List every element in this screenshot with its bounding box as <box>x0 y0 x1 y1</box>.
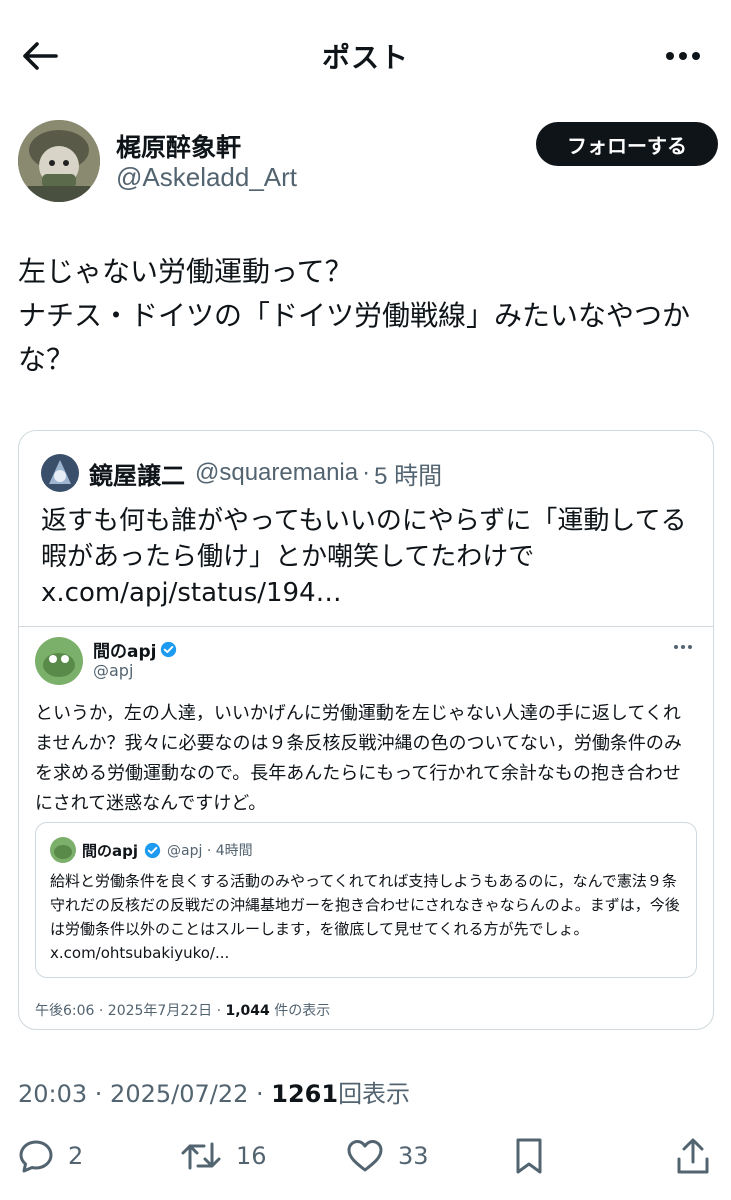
quote-text: 返すも何も誰がやってもいいのにやらずに「運動してる暇があったら働け」とか嘲笑して… <box>41 506 687 608</box>
top-bar: ポスト <box>0 0 731 108</box>
more-horizontal-icon <box>666 52 700 60</box>
nested-avatar <box>50 837 76 863</box>
embedded-meta-time: 午後6:06 · 2025年7月22日 · <box>35 1003 226 1019</box>
embedded-author-handle: @apj <box>93 661 134 680</box>
quote-header: 鏡屋譲二 @squaremania · 5 時間 <box>41 453 442 493</box>
timestamp-text: 20:03 · 2025/07/22 · <box>18 1080 272 1108</box>
embedded-meta-views-label: 件の表示 <box>269 1003 331 1019</box>
like-button[interactable]: 33 <box>346 1130 429 1182</box>
embedded-avatar <box>35 637 83 685</box>
more-options-button[interactable] <box>661 36 705 76</box>
nested-quote-text: 給料と労働条件を良くする活動のみやってくれてれば支持しようもあるのに，なんで憲法… <box>50 872 680 962</box>
nested-quote-header: 間のapj @apj · 4時間 <box>50 837 253 863</box>
views-label: 回表示 <box>338 1080 411 1108</box>
separator-dot: · <box>362 459 371 486</box>
verified-badge-icon <box>161 641 177 658</box>
share-icon <box>677 1138 709 1174</box>
follow-button[interactable]: フォローする <box>536 122 718 166</box>
heart-icon <box>347 1140 383 1172</box>
nested-quote-card: 間のapj @apj · 4時間 給料と労働条件を良くする活動のみやってくれてれ… <box>35 822 697 978</box>
quote-time: 5 時間 <box>374 462 443 490</box>
action-bar: 2 16 33 <box>0 1130 731 1182</box>
repost-icon <box>181 1142 221 1170</box>
avatar-image <box>18 120 100 202</box>
like-count: 33 <box>398 1142 429 1170</box>
reply-button[interactable]: 2 <box>18 1130 83 1182</box>
embedded-tweet-image: 間のapj @apj というか，左の人達，いいかげんに労働運動を左じゃない人達の… <box>19 626 713 1029</box>
repost-count: 16 <box>236 1142 267 1170</box>
more-horizontal-icon <box>671 637 695 657</box>
page-title: ポスト <box>321 41 409 74</box>
bookmark-button[interactable] <box>514 1130 544 1182</box>
quote-author-handle: @squaremania <box>195 459 359 486</box>
embedded-meta-views: 1,044 <box>225 1003 270 1019</box>
quote-tweet-card[interactable]: 鏡屋譲二 @squaremania · 5 時間 返すも何も誰がやってもいいのに… <box>18 430 714 1030</box>
quote-author-name: 鏡屋譲二 <box>89 461 185 490</box>
views-count[interactable]: 1261 <box>271 1080 338 1108</box>
author-handle[interactable]: @Askeladd_Art <box>116 162 297 193</box>
avatar-image <box>35 637 83 685</box>
post-timestamp: 20:03 · 2025/07/22 · 1261回表示 <box>18 1074 410 1109</box>
author-avatar[interactable] <box>18 120 100 202</box>
embedded-author-name: 間のapj <box>93 637 177 662</box>
bookmark-icon <box>516 1138 542 1174</box>
nested-author-name: 間のapj <box>82 841 139 860</box>
post-text: 左じゃない労働運動って？ ナチス・ドイツの「ドイツ労働戦線」みたいなやつかな？ <box>18 255 691 376</box>
quote-avatar <box>41 454 79 492</box>
avatar-image <box>41 454 79 492</box>
avatar-image <box>50 837 76 863</box>
reply-icon <box>19 1140 53 1173</box>
repost-button[interactable]: 16 <box>180 1130 267 1182</box>
reply-count: 2 <box>68 1142 84 1170</box>
verified-badge-icon <box>144 842 161 858</box>
author-name[interactable]: 梶原醉象軒 <box>116 128 241 164</box>
author-row: 梶原醉象軒 @Askeladd_Art フォローする <box>18 118 718 208</box>
embedded-tweet-text: というか，左の人達，いいかげんに労働運動を左じゃない人達の手に返してくれませんか… <box>35 703 682 814</box>
share-button[interactable] <box>676 1130 710 1182</box>
embedded-meta: 午後6:06 · 2025年7月22日 · 1,044 件の表示 <box>35 1000 330 1020</box>
nested-author-handle: @apj · 4時間 <box>167 843 253 859</box>
embedded-author-name-text: 間のapj <box>93 642 157 662</box>
